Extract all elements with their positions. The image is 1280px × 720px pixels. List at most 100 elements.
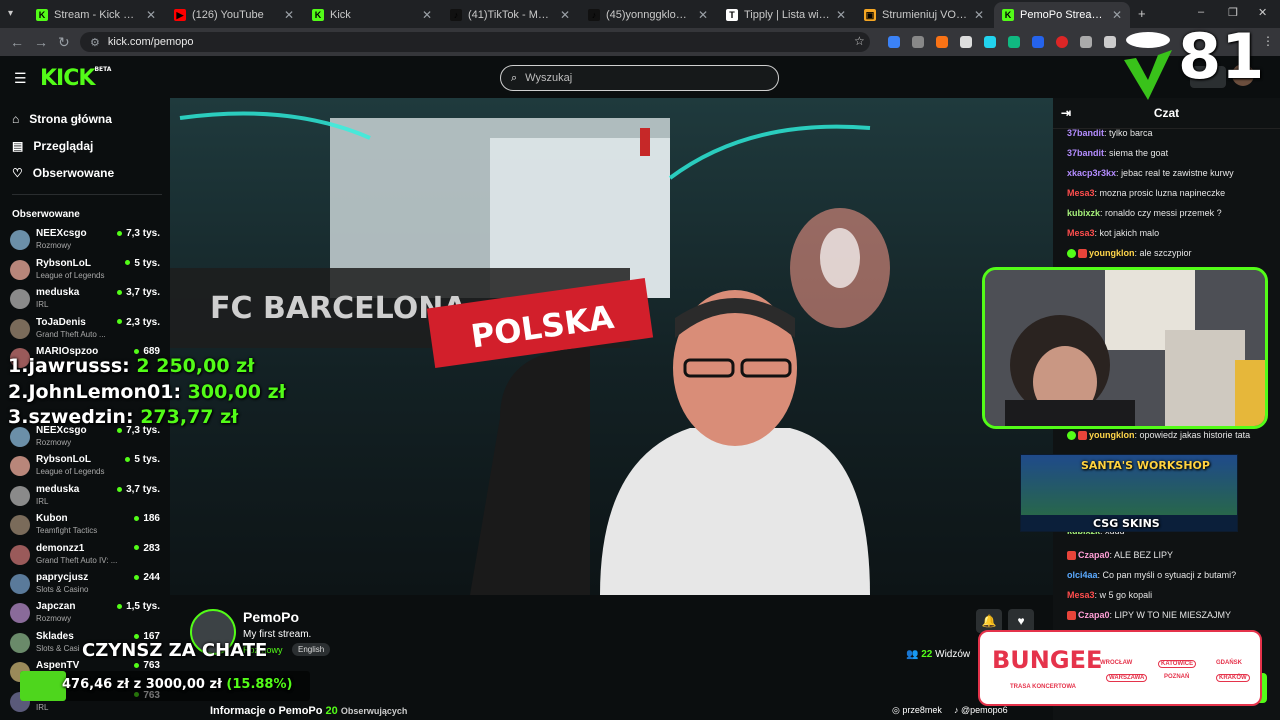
back-icon[interactable]: ← bbox=[10, 34, 24, 50]
sidebar-channel[interactable]: NEEXcsgo Rozmowy 7,3 tys. bbox=[10, 228, 160, 254]
browser-tab[interactable]: ▣ Strumieniuj VOGUE autor ✕ bbox=[856, 2, 992, 28]
chat-username[interactable]: youngklon bbox=[1089, 248, 1135, 258]
sidebar-channel[interactable]: demonzz1 Grand Theft Auto IV: ... 283 bbox=[10, 543, 160, 569]
maximize-icon[interactable]: ❐ bbox=[1228, 6, 1238, 19]
channel-viewers: 186 bbox=[134, 513, 160, 524]
chat-username[interactable]: Mesa3 bbox=[1067, 590, 1095, 600]
sidebar-channel[interactable]: RybsonLoL League of Legends 5 tys. bbox=[10, 258, 160, 284]
sidebar-channel[interactable]: NEEXcsgo Rozmowy 7,3 tys. bbox=[10, 425, 160, 451]
browser-tab[interactable]: ▶ (126) YouTube ✕ bbox=[166, 2, 302, 28]
browser-tab[interactable]: ♪ (45)yonnggklon.shoty (@ ✕ bbox=[580, 2, 716, 28]
mascot-logo bbox=[1118, 30, 1178, 100]
video-player[interactable]: FC BARCELONA POLSKA bbox=[170, 98, 1053, 595]
tab-close-icon[interactable]: ✕ bbox=[1112, 8, 1122, 22]
extension-icon[interactable] bbox=[984, 36, 996, 48]
bookmark-star-icon[interactable]: ☆ bbox=[854, 34, 865, 48]
language-tag[interactable]: English bbox=[292, 643, 331, 656]
nav-label: Strona główna bbox=[29, 112, 112, 126]
close-window-icon[interactable]: ✕ bbox=[1258, 6, 1267, 19]
chat-message: xkacp3r3kx: jebac real te zawistne kurwy bbox=[1067, 168, 1234, 178]
social-instagram[interactable]: ◎ prze8mek bbox=[892, 705, 942, 716]
channel-avatar bbox=[10, 259, 30, 280]
tab-title: Kick bbox=[330, 9, 351, 21]
chat-username[interactable]: xkacp3r3kx bbox=[1067, 168, 1116, 178]
channel-viewers: 5 tys. bbox=[125, 258, 160, 269]
chat-username[interactable]: olci4aa bbox=[1067, 570, 1098, 580]
extension-icon[interactable] bbox=[912, 36, 924, 48]
tab-close-icon[interactable]: ✕ bbox=[974, 8, 984, 22]
extension-icon[interactable] bbox=[1104, 36, 1116, 48]
new-tab-button[interactable]: + bbox=[1138, 6, 1146, 21]
chat-text: jebac real te zawistne kurwy bbox=[1121, 168, 1234, 178]
kick-logo[interactable]: KICKBETA bbox=[40, 66, 111, 91]
search-input[interactable]: ⌕ Wyszukaj bbox=[500, 65, 779, 91]
hamburger-menu-icon[interactable]: ☰ bbox=[14, 70, 27, 87]
browser-tab[interactable]: ♪ (41)TikTok - Make Your Da ✕ bbox=[442, 2, 578, 28]
tab-close-icon[interactable]: ✕ bbox=[284, 8, 294, 22]
tab-title: (41)TikTok - Make Your Da bbox=[468, 9, 554, 21]
reload-icon[interactable]: ↻ bbox=[58, 34, 70, 51]
minimize-icon[interactable]: – bbox=[1198, 6, 1204, 18]
nav-browse[interactable]: ▤ Przeglądaj bbox=[12, 139, 93, 153]
channel-category: Teamfight Tactics bbox=[36, 526, 98, 536]
sidebar-channel[interactable]: meduska IRL 3,7 tys. bbox=[10, 484, 160, 510]
sub-badge-icon bbox=[1078, 431, 1087, 441]
browser-tab[interactable]: K PemoPo Stream - Wa ✕ bbox=[994, 2, 1130, 28]
nav-following[interactable]: ♡ Obserwowane bbox=[12, 166, 114, 180]
extension-icon[interactable] bbox=[1032, 36, 1044, 48]
chat-text: w 5 go kopali bbox=[1099, 590, 1153, 600]
chat-username[interactable]: Mesa3 bbox=[1067, 228, 1095, 238]
sidebar-channel[interactable]: RybsonLoL League of Legends 5 tys. bbox=[10, 454, 160, 480]
chat-title: Czat bbox=[1153, 106, 1180, 120]
nav-home[interactable]: ⌂ Strona główna bbox=[12, 112, 112, 126]
extension-icon[interactable] bbox=[936, 36, 948, 48]
channel-category: Rozmowy bbox=[36, 438, 72, 447]
tab-close-icon[interactable]: ✕ bbox=[422, 8, 432, 22]
browser-tab[interactable]: K Kick ✕ bbox=[304, 2, 440, 28]
tab-close-icon[interactable]: ✕ bbox=[698, 8, 708, 22]
site-info-icon[interactable]: ⚙ bbox=[90, 36, 100, 49]
sidebar-channel[interactable]: Kubon Teamfight Tactics 186 bbox=[10, 513, 160, 539]
heart-icon: ♡ bbox=[12, 166, 23, 180]
chat-username[interactable]: Czapa0 bbox=[1078, 550, 1110, 560]
bungee-title: BUNGEE bbox=[992, 646, 1103, 674]
extension-icon[interactable] bbox=[1008, 36, 1020, 48]
sidebar-channel[interactable]: ToJaDenis Grand Theft Auto ... 2,3 tys. bbox=[10, 317, 160, 343]
tab-close-icon[interactable]: ✕ bbox=[836, 8, 846, 22]
moderator-badge-icon bbox=[1067, 431, 1076, 441]
collapse-chat-icon[interactable]: ⇥ bbox=[1061, 106, 1071, 120]
social-tiktok[interactable]: ♪ @pemopo6 bbox=[954, 705, 1008, 715]
sidebar-channel[interactable]: paprycjusz Slots & Casino 244 bbox=[10, 572, 160, 598]
instagram-handle: prze8mek bbox=[902, 705, 942, 715]
donation-amount: 273,77 zł bbox=[140, 406, 239, 428]
donation-amount: 2 250,00 zł bbox=[136, 355, 255, 377]
sidebar-channel[interactable]: meduska IRL 3,7 tys. bbox=[10, 287, 160, 313]
chat-username[interactable]: Mesa3 bbox=[1067, 188, 1095, 198]
chat-message: Czapa0: LIPY W TO NIE MIESZAJMY bbox=[1067, 610, 1231, 621]
tab-search-icon[interactable]: ▾ bbox=[8, 8, 13, 19]
chat-text: siema the goat bbox=[1109, 148, 1169, 158]
url-field[interactable]: ⚙ kick.com/pemopo bbox=[80, 32, 870, 52]
browser-tab[interactable]: K Stream - Kick Dashboard ✕ bbox=[28, 2, 164, 28]
channel-name: meduska bbox=[36, 287, 80, 298]
extension-icon[interactable] bbox=[1056, 36, 1068, 48]
browser-tab[interactable]: T Tipply | Lista wiadomości ✕ bbox=[718, 2, 854, 28]
goal-separator: z bbox=[133, 677, 142, 692]
sidebar-channel[interactable]: Japczan Rozmowy 1,5 tys. bbox=[10, 601, 160, 627]
extension-icon[interactable] bbox=[960, 36, 972, 48]
chat-username[interactable]: youngklon bbox=[1089, 430, 1135, 440]
tab-close-icon[interactable]: ✕ bbox=[560, 8, 570, 22]
forward-icon[interactable]: → bbox=[34, 34, 48, 50]
chat-username[interactable]: 37bandit bbox=[1067, 148, 1104, 158]
chat-message: Mesa3: mozna prosic luzna napineczke bbox=[1067, 188, 1226, 198]
chat-username[interactable]: Czapa0 bbox=[1078, 610, 1110, 620]
tab-close-icon[interactable]: ✕ bbox=[146, 8, 156, 22]
chat-username[interactable]: kubixzk bbox=[1067, 208, 1100, 218]
chat-text: ale szczypior bbox=[1139, 248, 1192, 258]
streamer-name[interactable]: PemoPo bbox=[243, 609, 299, 625]
viewers-label: Widzów bbox=[935, 649, 971, 660]
extension-icon[interactable] bbox=[1080, 36, 1092, 48]
search-icon: ⌕ bbox=[511, 71, 518, 84]
chat-username[interactable]: 37bandit bbox=[1067, 128, 1104, 138]
extension-icon[interactable] bbox=[888, 36, 900, 48]
